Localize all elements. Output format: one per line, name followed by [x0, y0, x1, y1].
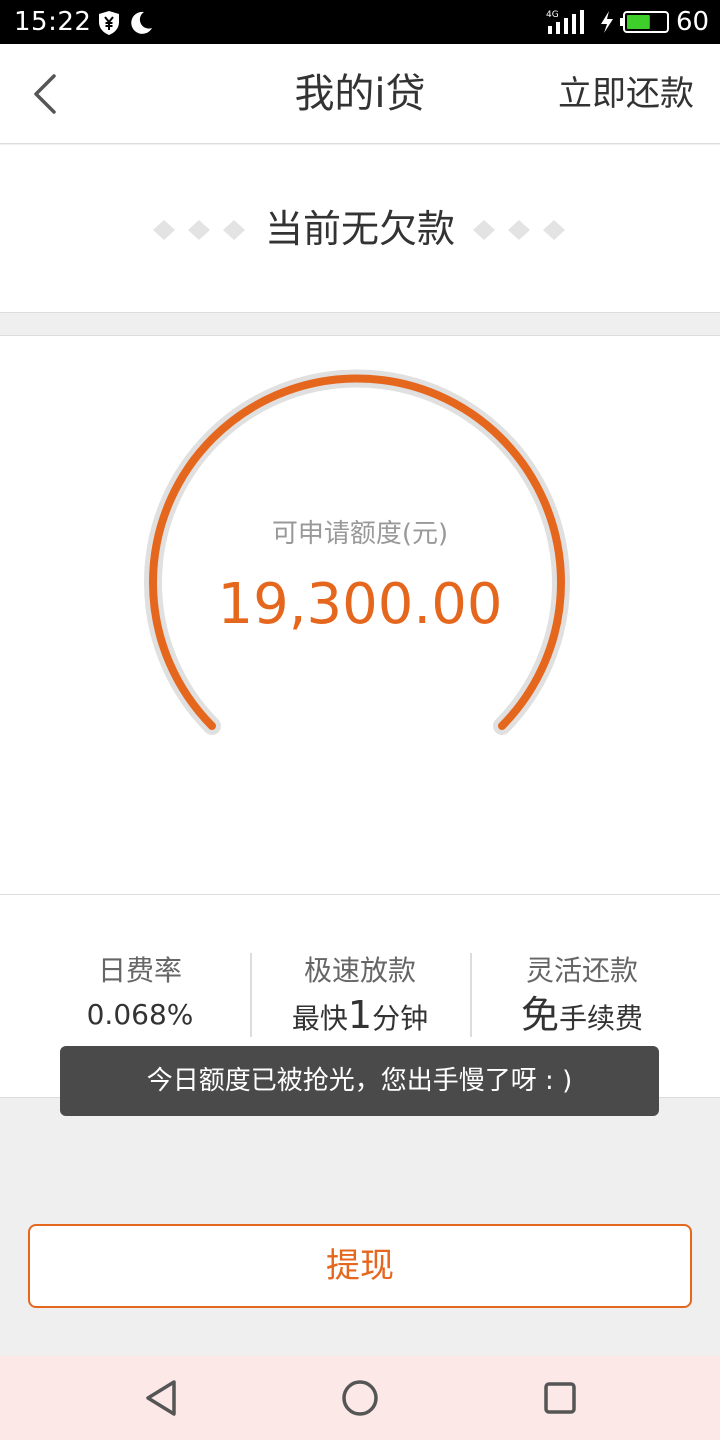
feature-value: 最快1分钟	[250, 993, 470, 1041]
feature-value: 0.068%	[86, 998, 194, 1031]
recents-square-icon[interactable]	[538, 1376, 582, 1420]
status-bar: 15:22 4G 60	[0, 0, 720, 44]
withdraw-button[interactable]: 提现	[28, 1224, 692, 1308]
feature-value-emphasis: 1	[347, 993, 373, 1037]
gauge-track	[144, 369, 570, 735]
feature-value-suffix: 分钟	[372, 1002, 429, 1035]
repay-now-button[interactable]: 立即还款	[558, 72, 694, 116]
battery-level: 60	[676, 7, 710, 37]
credit-limit-label: 可申请额度(元)	[271, 519, 449, 549]
charging-bolt-icon	[601, 11, 613, 33]
feature-value: 免手续费	[472, 993, 692, 1041]
feature-title: 极速放款	[303, 954, 416, 987]
feature-value-emphasis: 免	[520, 993, 559, 1037]
status-time: 15:22	[14, 7, 92, 37]
yuan-shield-icon	[99, 11, 119, 35]
diamond-decoration-right	[473, 220, 565, 240]
back-triangle-icon[interactable]	[140, 1376, 184, 1420]
feature-value-suffix: 手续费	[559, 1002, 644, 1035]
network-type-label: 4G	[546, 10, 559, 20]
app-header: 我的i贷 立即还款	[0, 44, 720, 144]
debt-status-panel: 当前无欠款	[0, 145, 720, 313]
toast-message: 今日额度已被抢光，您出手慢了呀 : )	[60, 1046, 659, 1116]
credit-gauge-card: 可申请额度(元) 19,300.00	[0, 335, 720, 895]
feature-title: 日费率	[97, 954, 182, 987]
debt-status-text: 当前无欠款	[264, 207, 455, 251]
feature-value-prefix: 最快	[291, 1002, 348, 1035]
signal-icon: 4G	[546, 10, 584, 34]
feature-daily-rate: 日费率 0.068%	[30, 951, 250, 1037]
feature-flexible-repay: 灵活还款 免手续费	[472, 951, 692, 1041]
feature-title: 灵活还款	[525, 954, 638, 987]
home-circle-icon[interactable]	[338, 1376, 382, 1420]
system-nav-bar	[0, 1356, 720, 1440]
feature-fast-loan: 极速放款 最快1分钟	[250, 951, 470, 1041]
moon-icon	[131, 11, 152, 34]
credit-limit-amount: 19,300.00	[217, 572, 503, 637]
battery-icon	[620, 11, 669, 33]
